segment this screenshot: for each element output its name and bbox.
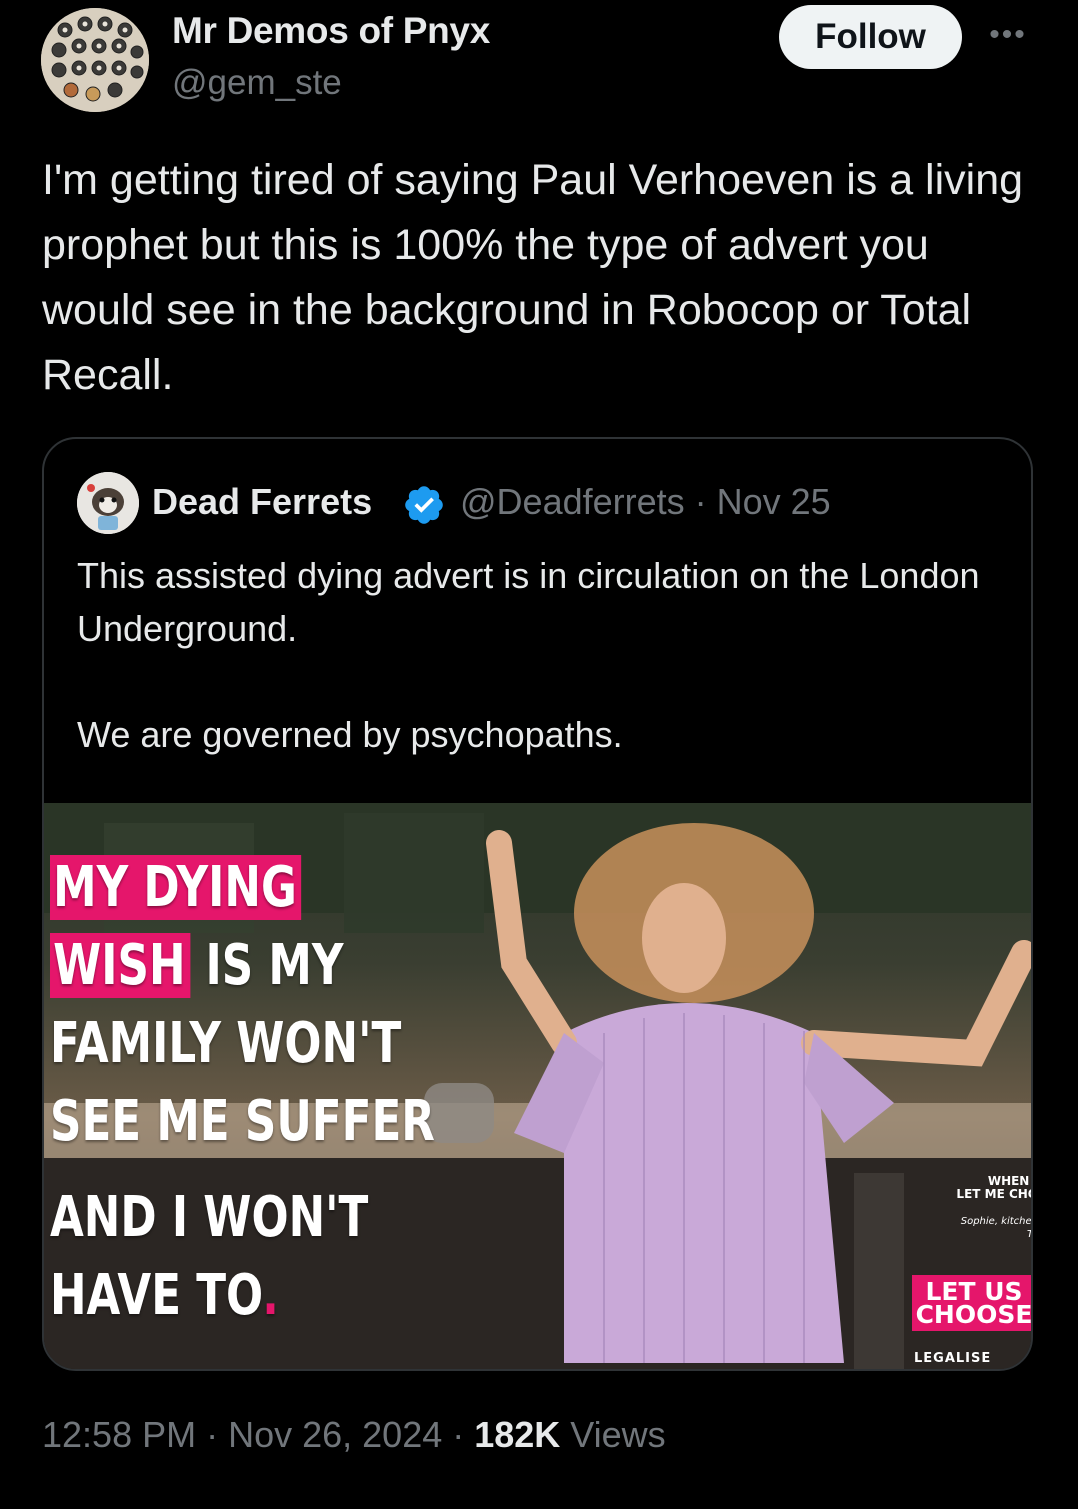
views-count: 182K: [474, 1414, 561, 1455]
views-label: Views: [560, 1414, 666, 1455]
ad-cta-box: LET US CHOOSE: [912, 1275, 1031, 1331]
quoted-display-name[interactable]: Dead Ferrets: [152, 481, 372, 523]
verified-badge-icon: [405, 486, 443, 524]
ad-headline-line: WISH: [50, 933, 191, 998]
ad-headline-line: HAVE TO: [50, 1263, 263, 1328]
more-dots-icon[interactable]: •••: [985, 18, 1031, 51]
tweet-timestamp[interactable]: 12:58 PM · Nov 26, 2024 ·: [42, 1414, 474, 1455]
quoted-media-image[interactable]: MY DYING WISH IS MY FAMILY WON'T SEE ME …: [44, 803, 1032, 1369]
tweet-meta: 12:58 PM · Nov 26, 2024 · 182K Views: [42, 1414, 666, 1456]
quoted-text: This assisted dying advert is in circula…: [77, 549, 1007, 761]
ad-headline-line: AND I WON'T: [50, 1185, 369, 1250]
tweet-text: I'm getting tired of saying Paul Verhoev…: [42, 156, 1024, 399]
ad-footer: LEGALISE: [914, 1351, 992, 1366]
quoted-text-line: [77, 655, 1007, 708]
avatar-buttons-icon: [41, 8, 149, 112]
ad-headline-line: IS MY: [190, 933, 344, 998]
ad-headline-line: FAMILY WON'T: [50, 1011, 402, 1076]
quoted-text-line: This assisted dying advert is in circula…: [77, 555, 980, 649]
author-handle[interactable]: @gem_ste: [172, 63, 342, 103]
ad-side-heading: WHEN I LET ME CHO: [956, 1174, 1031, 1201]
ad-headline: MY DYING WISH IS MY FAMILY WON'T SEE ME …: [50, 849, 435, 1335]
author-avatar[interactable]: [41, 8, 149, 112]
ad-side-text: WHEN I LET ME CHO Sophie, kitchen Te: [914, 1174, 1032, 1241]
ferret-avatar-icon: [77, 472, 139, 534]
ad-headline-line: MY DYING: [50, 855, 302, 920]
quoted-tweet[interactable]: Dead Ferrets @Deadferrets · Nov 25 This …: [42, 437, 1033, 1371]
quoted-text-line: We are governed by psychopaths.: [77, 714, 623, 755]
author-display-name[interactable]: Mr Demos of Pnyx: [172, 10, 490, 52]
quoted-handle-date[interactable]: @Deadferrets · Nov 25: [460, 481, 831, 523]
ad-caption: Sophie, kitchen Te: [960, 1216, 1032, 1240]
ad-headline-line: SEE ME SUFFER: [50, 1089, 435, 1154]
follow-button[interactable]: Follow: [779, 5, 962, 69]
quoted-avatar[interactable]: [77, 472, 139, 534]
ad-headline-dot: .: [262, 1263, 279, 1328]
